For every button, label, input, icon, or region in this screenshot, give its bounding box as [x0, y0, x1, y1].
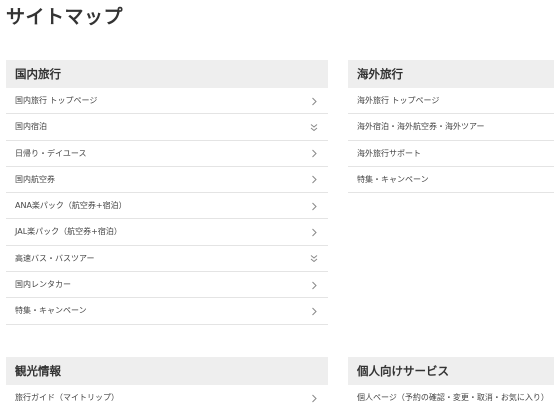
chevron-double-down-icon	[309, 246, 319, 272]
link-label: 日帰り・デイユース	[15, 148, 87, 158]
section-header-overseas-travel: 海外旅行	[348, 60, 554, 88]
link-label: 特集・キャンペーン	[357, 174, 429, 184]
sitemap-link-domestic-8[interactable]: 特集・キャンペーン	[6, 298, 328, 325]
chevron-right-icon	[309, 193, 319, 219]
section-header-sightseeing-info: 観光情報	[6, 357, 328, 385]
page-title: サイトマップ	[6, 6, 124, 28]
sitemap-link-domestic-4[interactable]: ANA楽パック（航空券+宿泊）	[6, 193, 328, 220]
link-label: 海外旅行 トップページ	[357, 96, 440, 105]
sitemap-link-overseas-1[interactable]: 海外宿泊・海外航空券・海外ツアー	[348, 114, 554, 141]
sitemap-link-domestic-1[interactable]: 国内宿泊	[6, 114, 328, 141]
sitemap-page: サイトマップ 国内旅行 国内旅行 トップページ 国内宿泊日帰り・デイユース 国内航空…	[0, 0, 554, 406]
link-label: 国内宿泊	[15, 122, 47, 132]
section-domestic-travel: 国内旅行 国内旅行 トップページ 国内宿泊日帰り・デイユース 国内航空券 ANA楽パッ…	[6, 60, 328, 325]
link-label: 海外旅行サポート	[357, 148, 421, 158]
link-label: 特集・キャンペーン	[15, 306, 87, 316]
sitemap-link-domestic-7[interactable]: 国内レンタカー	[6, 272, 328, 299]
chevron-right-icon	[309, 298, 319, 324]
link-label: ANA楽パック（航空券+宿泊）	[15, 201, 127, 211]
sitemap-link-domestic-2[interactable]: 日帰り・デイユース	[6, 141, 328, 167]
link-label: 個人ページ（予約の確認・変更・取消・お気に入り）	[357, 393, 549, 402]
chevron-double-down-icon	[309, 114, 319, 140]
sitemap-link-domestic-0[interactable]: 国内旅行 トップページ	[6, 88, 328, 115]
section-overseas-travel: 海外旅行 海外旅行 トップページ海外宿泊・海外航空券・海外ツアー 海外旅行サポート…	[348, 60, 554, 194]
section-personal-services: 個人向けサービス 個人ページ（予約の確認・変更・取消・お気に入り）	[348, 357, 554, 406]
link-label: 国内航空券	[15, 174, 55, 184]
chevron-right-icon	[309, 385, 319, 406]
chevron-right-icon	[309, 272, 319, 298]
sitemap-link-personal-0[interactable]: 個人ページ（予約の確認・変更・取消・お気に入り）	[348, 385, 554, 406]
link-label: 高速バス・バスツアー	[15, 253, 95, 263]
chevron-right-icon	[309, 141, 319, 167]
link-label: 国内旅行 トップページ	[15, 96, 98, 105]
sitemap-link-domestic-5[interactable]: JAL楽パック（航空券+宿泊）	[6, 219, 328, 246]
link-label: 国内レンタカー	[15, 280, 71, 290]
sitemap-link-overseas-0[interactable]: 海外旅行 トップページ	[348, 88, 554, 115]
sitemap-link-sightseeing-0[interactable]: 旅行ガイド（マイトリップ）	[6, 385, 328, 406]
section-header-domestic-travel: 国内旅行	[6, 60, 328, 88]
section-header-personal-services: 個人向けサービス	[348, 357, 554, 385]
sitemap-link-domestic-6[interactable]: 高速バス・バスツアー	[6, 246, 328, 273]
chevron-right-icon	[309, 167, 319, 193]
sitemap-link-overseas-2[interactable]: 海外旅行サポート	[348, 141, 554, 167]
chevron-right-icon	[309, 219, 319, 245]
sitemap-link-overseas-3[interactable]: 特集・キャンペーン	[348, 167, 554, 194]
link-label: 海外宿泊・海外航空券・海外ツアー	[357, 122, 485, 132]
section-sightseeing-info: 観光情報 旅行ガイド（マイトリップ）	[6, 357, 328, 406]
link-label: 旅行ガイド（マイトリップ）	[15, 393, 119, 402]
link-label: JAL楽パック（航空券+宿泊）	[15, 227, 122, 237]
chevron-right-icon	[309, 88, 319, 114]
sitemap-link-domestic-3[interactable]: 国内航空券	[6, 167, 328, 194]
